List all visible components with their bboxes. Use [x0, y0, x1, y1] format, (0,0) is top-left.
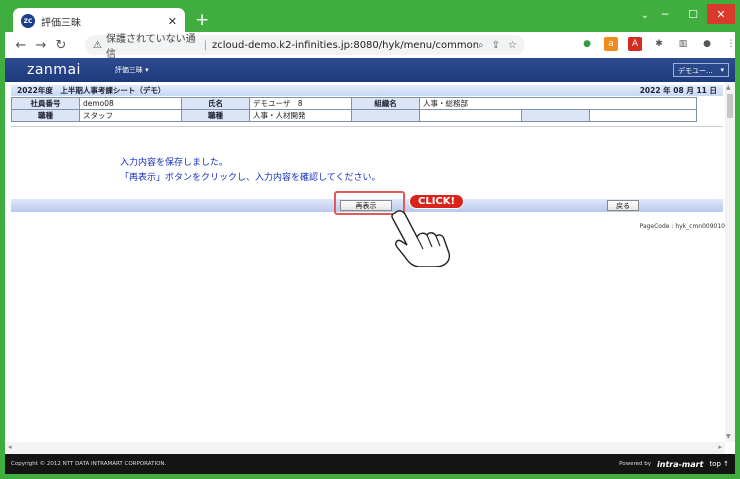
back-icon[interactable]: ←	[11, 38, 31, 53]
close-window-button[interactable]: ✕	[707, 4, 735, 24]
forward-icon[interactable]: →	[31, 38, 51, 53]
vertical-scrollbar[interactable]: ▲ ▼	[725, 82, 735, 442]
favicon-icon: ZC	[21, 14, 35, 28]
scroll-down-icon[interactable]: ▼	[726, 433, 731, 440]
close-tab-icon[interactable]: ✕	[168, 15, 177, 28]
value-empty	[589, 109, 697, 122]
extensions-area: ● a A ✱ ▥ ● ⋮	[580, 37, 738, 51]
share-icon[interactable]: ⇪	[492, 40, 500, 51]
label-org: 組織名	[351, 97, 420, 110]
amazon-extension-icon[interactable]: a	[604, 37, 618, 51]
app-menu[interactable]: 評価三昧 ▾	[115, 65, 149, 75]
sidepanel-icon[interactable]: ▥	[676, 37, 690, 51]
table-row: 職種 スタッフ 職種 人事・人材開発	[11, 109, 697, 122]
save-message: 入力内容を保存しました。 「再表示」ボタンをクリックし、入力内容を確認してくださ…	[120, 156, 380, 186]
warning-icon: ⚠	[93, 39, 102, 51]
tab-title: 評価三昧	[41, 17, 81, 29]
reload-icon[interactable]: ↻	[51, 38, 71, 53]
bookmark-star-icon[interactable]: ☆	[508, 40, 517, 51]
value-job-type: 人事・人材開発	[249, 109, 352, 122]
powered-by: Powered by	[619, 461, 651, 467]
click-callout: CLICK!	[409, 194, 465, 209]
message-line-2: 「再表示」ボタンをクリックし、入力内容を確認してください。	[120, 173, 381, 183]
intramart-logo: intra-mart	[657, 459, 704, 469]
dropdown-icon: ▾	[720, 66, 724, 74]
minimize-button[interactable]: ─	[651, 4, 679, 24]
scroll-left-icon[interactable]: ◂	[8, 443, 12, 451]
back-button[interactable]: 戻る	[607, 200, 639, 211]
app-logo[interactable]: zanmai	[27, 62, 81, 78]
label-empty	[521, 109, 590, 122]
message-line-1: 入力内容を保存しました。	[120, 158, 229, 168]
top-link[interactable]: top ↑	[709, 460, 729, 468]
window-controls: ─ ☐ ✕	[651, 4, 735, 24]
footer: Copyright © 2012 NTT DATA INTRAMART CORP…	[5, 454, 735, 474]
label-job-type: 職種	[181, 109, 250, 122]
value-job: スタッフ	[79, 109, 182, 122]
puzzle-icon[interactable]: ✱	[652, 37, 666, 51]
browser-toolbar: ← → ↻ ⚠ 保護されていない通信 | zcloud-demo.k2-infi…	[5, 32, 738, 60]
pdf-icon[interactable]: A	[628, 37, 642, 51]
new-tab-button[interactable]: +	[195, 10, 209, 30]
main-content: 2022年度 上半期人事考課シート（デモ） 2022 年 08 月 11 日 社…	[5, 82, 735, 454]
app-header: zanmai 評価三昧 ▾ デモユー... ▾	[5, 58, 735, 82]
more-menu-icon[interactable]: ⋮	[724, 37, 738, 51]
address-bar[interactable]: ⚠ 保護されていない通信 | zcloud-demo.k2-infinities…	[85, 34, 525, 60]
pointing-hand-icon	[391, 210, 451, 267]
label-employee-no: 社員番号	[11, 97, 80, 110]
table-row: 社員番号 demo08 氏名 デモユーザ 8 組織名 人事・総務部	[11, 97, 697, 110]
value-name: デモユーザ 8	[249, 97, 352, 110]
label-name: 氏名	[181, 97, 250, 110]
divider	[11, 126, 723, 127]
label-empty	[351, 109, 420, 122]
url-text: zcloud-demo.k2-infinities.jp:8080/hyk/me…	[212, 39, 479, 51]
sheet-title: 2022年度 上半期人事考課シート（デモ）	[17, 86, 166, 95]
value-employee-no: demo08	[79, 97, 182, 110]
user-select[interactable]: デモユー... ▾	[673, 63, 729, 77]
zoom-icon[interactable]: ⌕	[478, 40, 484, 51]
employee-info-table: 社員番号 demo08 氏名 デモユーザ 8 組織名 人事・総務部 職種 スタッ…	[11, 97, 697, 122]
security-status: 保護されていない通信	[105, 34, 196, 60]
page-code: PageCode : hyk_cmn009010	[639, 223, 725, 230]
value-empty	[419, 109, 522, 122]
evernote-icon[interactable]: ●	[580, 37, 594, 51]
maximize-button[interactable]: ☐	[679, 4, 707, 24]
value-org: 人事・総務部	[419, 97, 697, 110]
horizontal-scrollbar[interactable]: ◂ ▸	[5, 442, 725, 454]
label-job: 職種	[11, 109, 80, 122]
profile-icon[interactable]: ●	[700, 37, 714, 51]
tab-bar: ZC 評価三昧 ✕ + ⌄ ─ ☐ ✕	[5, 4, 735, 34]
tab-search-icon[interactable]: ⌄	[641, 10, 649, 21]
sheet-date: 2022 年 08 月 11 日	[639, 86, 717, 95]
browser-window: ZC 評価三昧 ✕ + ⌄ ─ ☐ ✕ ← → ↻ ⚠ 保護されていない通信 |…	[0, 0, 740, 479]
scroll-right-icon[interactable]: ▸	[718, 443, 722, 451]
scroll-up-icon[interactable]: ▲	[726, 84, 731, 91]
scroll-thumb[interactable]	[727, 94, 733, 118]
copyright: Copyright © 2012 NTT DATA INTRAMART CORP…	[11, 461, 167, 467]
sheet-title-bar: 2022年度 上半期人事考課シート（デモ） 2022 年 08 月 11 日	[11, 85, 723, 96]
